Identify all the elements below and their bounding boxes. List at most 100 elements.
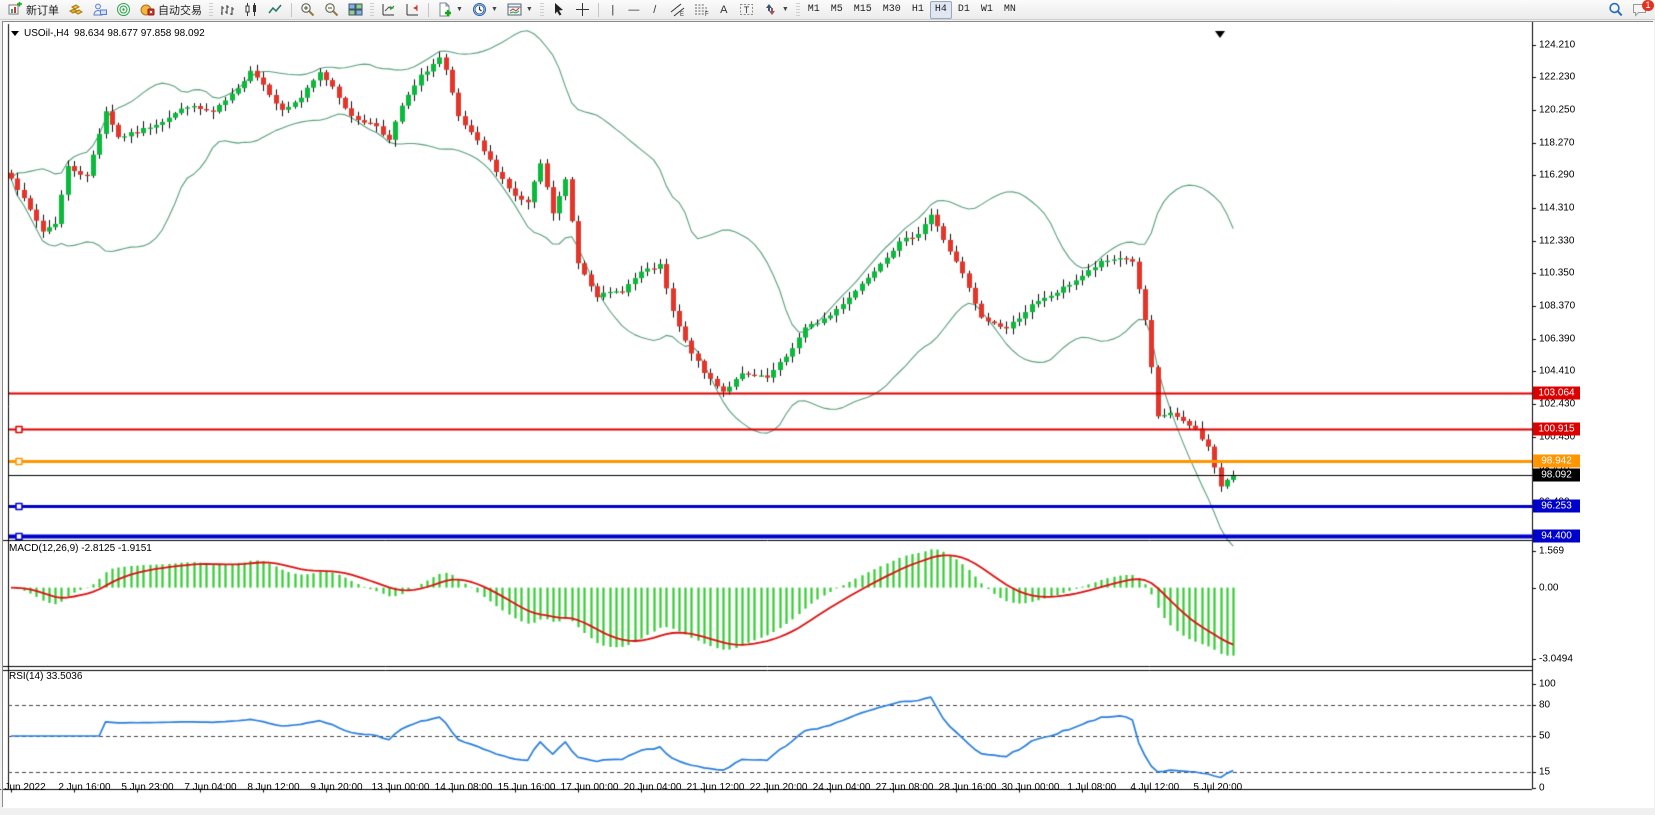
price-chart-canvas[interactable] [3,22,1654,808]
price-tick-label: 114.310 [1539,202,1574,213]
fibonacci-button[interactable]: F [690,1,713,19]
price-line-badge: 94.400 [1533,530,1580,543]
signals-icon-icon [116,2,131,17]
timeframe-button-w1[interactable]: W1 [976,1,998,19]
svg-text:E: E [680,12,684,17]
timeframe-button-m15[interactable]: M15 [849,1,877,19]
price-tick-label: 104.410 [1539,366,1575,377]
fibonacci-icon: F [694,2,709,17]
chart-window: USOil-,H4 98.634 98.677 97.858 98.092 MA… [2,21,1653,807]
bar-chart-button[interactable] [216,1,239,19]
timeframe-button-h1[interactable]: H1 [907,1,929,19]
cursor-icon [551,2,566,17]
timeframe-button-m5[interactable]: M5 [826,1,848,19]
text-button[interactable]: A [714,1,734,19]
channel-button[interactable]: E [666,1,689,19]
client-terminal-icon[interactable] [88,1,111,19]
rsi-tick-label: 0 [1539,783,1545,794]
zoom-out-button[interactable] [320,1,343,19]
price-tick-label: 122.230 [1539,72,1575,83]
time-axis-label: 21 Jun 12:00 [687,782,745,793]
time-axis-label: 24 Jun 04:00 [813,782,871,793]
main-toolbar: 新订单自动交易▼▼▼|—/EFAT▼M1M5M15M30H1H4D1W1MN1 [0,0,1655,20]
price-tick-label: 116.290 [1539,170,1574,181]
time-axis-label: 20 Jun 04:00 [624,782,682,793]
new-order-button[interactable]: 新订单 [4,1,63,19]
autotrade-button[interactable]: 自动交易 [136,1,206,19]
trendline-button[interactable]: / [645,1,665,19]
toolbar-grip [540,3,544,17]
timeframe-button-m30[interactable]: M30 [878,1,906,19]
gold-icon-icon [68,2,83,17]
time-axis-label: 5 Jun 23:00 [121,782,173,793]
price-line-badge: 98.092 [1533,469,1580,482]
timeframe-button-h4[interactable]: H4 [930,1,952,19]
time-axis-label: 30 Jun 00:00 [1002,782,1060,793]
notification-badge: 1 [1642,0,1654,11]
time-axis-label: 22 Jun 20:00 [750,782,808,793]
candlestick-button[interactable] [240,1,263,19]
time-axis-label: 14 Jun 08:00 [435,782,493,793]
toolbar-grip [796,3,800,17]
horizontal-line-button[interactable]: — [624,1,644,19]
search-button[interactable] [1604,1,1627,19]
signals-icon[interactable] [112,1,135,19]
arrows-button[interactable]: ▼ [759,1,793,19]
zoom-out-icon [324,2,339,17]
toolbar-grip [209,3,213,17]
label-button[interactable]: T [735,1,758,19]
cursor-button[interactable] [547,1,570,19]
chat-button[interactable]: 1 [1628,1,1651,19]
autotrade-button-label: 自动交易 [158,2,202,18]
time-axis-label: 8 Jun 12:00 [247,782,299,793]
auto-scroll-button[interactable] [377,1,400,19]
collapse-ohlc-icon[interactable] [11,31,19,36]
line-chart-button[interactable] [264,1,287,19]
svg-text:T: T [744,5,750,15]
time-axis-label: 1 Jun 2022 [0,782,46,793]
toolbar-separator [598,3,599,17]
time-axis-label: 2 Jun 16:00 [58,782,110,793]
symbol-name: USOil-,H4 [24,28,69,39]
timeframe-button-m1[interactable]: M1 [803,1,825,19]
crosshair-button[interactable] [571,1,594,19]
svg-text:F: F [705,12,709,17]
gold-icon[interactable] [64,1,87,19]
time-axis-label: 9 Jun 20:00 [310,782,362,793]
time-axis-label: 15 Jun 16:00 [498,782,556,793]
indicators-icon [437,2,452,17]
indicators-button[interactable]: ▼ [433,1,467,19]
timeframe-button-mn[interactable]: MN [999,1,1021,19]
templates-button[interactable]: ▼ [503,1,537,19]
rsi-label: RSI(14) 33.5036 [9,671,82,682]
timeframe-button-d1[interactable]: D1 [953,1,975,19]
time-axis-label: 1 Jul 08:00 [1067,782,1116,793]
horizontal-line-button-glyph: — [628,4,639,16]
time-axis-label: 13 Jun 00:00 [372,782,430,793]
price-tick-label: 112.330 [1539,235,1574,246]
time-axis-label: 17 Jun 00:00 [561,782,619,793]
tile-windows-button[interactable] [344,1,367,19]
toolbar-separator [428,3,429,17]
symbol-label[interactable]: USOil-,H4 98.634 98.677 97.858 98.092 [11,28,205,39]
channel-icon: E [670,2,685,17]
dropdown-arrow-icon: ▼ [526,6,533,13]
chart-shift-button[interactable] [401,1,424,19]
rsi-tick-label: 50 [1539,731,1550,742]
price-tick-label: 102.430 [1539,398,1575,409]
templates-icon [507,2,522,17]
line-chart-icon [268,2,283,17]
bar-chart-icon [220,2,235,17]
periods-button[interactable]: ▼ [468,1,502,19]
zoom-in-button[interactable] [296,1,319,19]
price-tick-label: 120.250 [1539,104,1575,115]
time-axis-label: 4 Jul 12:00 [1130,782,1179,793]
macd-tick-label: 0.00 [1539,582,1558,593]
vertical-line-button-glyph: | [611,4,614,16]
new-order-icon [8,2,23,17]
price-tick-label: 110.350 [1539,268,1574,279]
periods-icon [472,2,487,17]
ohlc-values: 98.634 98.677 97.858 98.092 [74,28,205,39]
vertical-line-button[interactable]: | [603,1,623,19]
candlestick-icon [244,2,259,17]
